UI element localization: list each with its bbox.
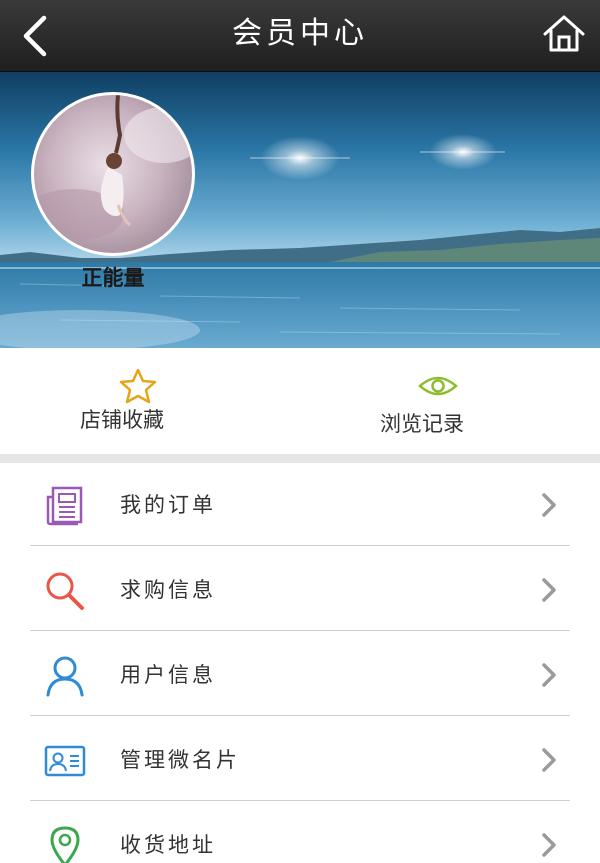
contact-card-icon (44, 745, 86, 777)
eye-icon (418, 376, 458, 396)
menu-item-purchase-requests[interactable]: 求购信息 (0, 548, 600, 633)
avatar-image (34, 95, 192, 241)
quick-link-browse-history[interactable]: 浏览记录 (300, 348, 600, 454)
menu-item-my-orders[interactable]: 我的订单 (0, 463, 600, 548)
quick-link-label: 浏览记录 (380, 412, 464, 436)
location-pin-icon (50, 826, 80, 863)
chevron-right-icon (542, 748, 556, 772)
profile-banner: 正能量 (0, 72, 600, 348)
menu-item-label: 收货地址 (120, 833, 216, 857)
menu-item-label: 求购信息 (120, 578, 216, 602)
top-bar: 会员中心 (0, 0, 600, 72)
search-icon (46, 572, 84, 610)
menu-item-label: 用户信息 (120, 663, 216, 687)
page-title: 会员中心 (232, 16, 368, 51)
divider (30, 545, 570, 546)
order-document-icon (46, 486, 83, 526)
divider (30, 630, 570, 631)
chevron-right-icon (542, 663, 556, 687)
user-icon (46, 656, 84, 697)
quick-link-label: 店铺收藏 (80, 408, 164, 432)
home-button[interactable] (542, 12, 586, 56)
star-icon (119, 368, 157, 404)
menu-item-label: 我的订单 (120, 493, 216, 517)
username: 正能量 (81, 266, 145, 290)
chevron-right-icon (542, 833, 556, 857)
menu-item-shipping-address[interactable]: 收货地址 (0, 803, 600, 863)
menu-list: 我的订单 求购信息 用户信息 管理微名片 收货地址 (0, 463, 600, 863)
menu-item-manage-card[interactable]: 管理微名片 (0, 718, 600, 803)
chevron-right-icon (542, 493, 556, 517)
home-icon (543, 15, 585, 52)
section-gap (0, 454, 600, 463)
chevron-right-icon (542, 578, 556, 602)
divider (30, 800, 570, 801)
menu-item-label: 管理微名片 (120, 748, 240, 772)
quick-links: 店铺收藏 浏览记录 (0, 348, 600, 454)
divider (30, 715, 570, 716)
menu-item-user-info[interactable]: 用户信息 (0, 633, 600, 718)
avatar[interactable] (31, 92, 195, 256)
quick-link-store-favorites[interactable]: 店铺收藏 (0, 348, 300, 454)
